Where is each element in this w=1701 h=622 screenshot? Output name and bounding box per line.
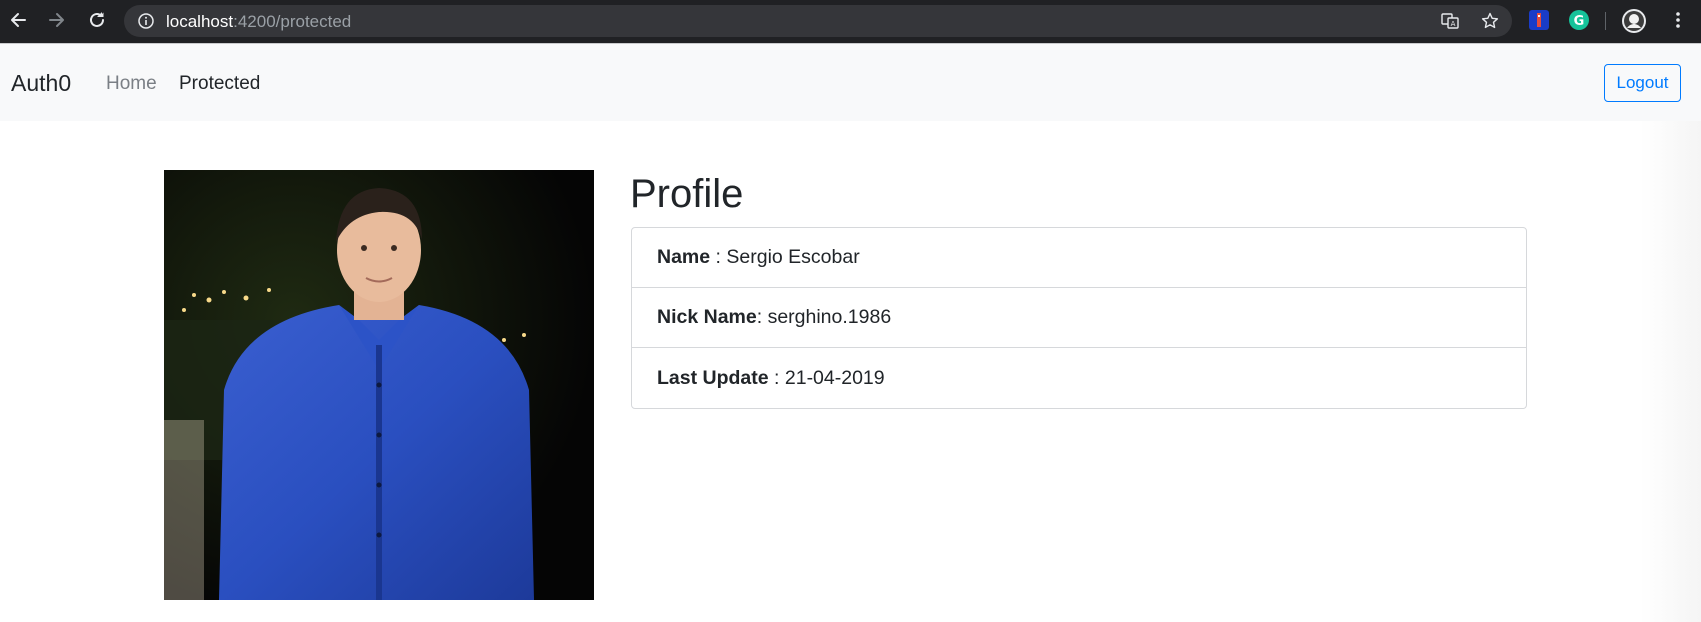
svg-text:G: G bbox=[1574, 14, 1585, 29]
brand-link[interactable]: Auth0 bbox=[11, 70, 71, 97]
address-bar[interactable]: localhost:4200/protected A bbox=[124, 5, 1512, 37]
nav-link-home[interactable]: Home bbox=[106, 73, 157, 95]
profile-field-label: Name bbox=[657, 246, 711, 268]
profile-name-row: Name : Sergio Escobar bbox=[632, 228, 1526, 288]
browser-toolbar: localhost:4200/protected A G bbox=[0, 0, 1701, 43]
edge-shadow bbox=[1640, 121, 1701, 622]
forward-arrow-icon[interactable] bbox=[46, 9, 68, 31]
profile-details-list: Name : Sergio Escobar Nick Name: serghin… bbox=[631, 227, 1527, 409]
info-icon[interactable] bbox=[138, 13, 154, 29]
back-arrow-icon[interactable] bbox=[7, 9, 29, 31]
profile-field-label: Last Update bbox=[657, 366, 769, 389]
profile-field-label: Nick Name bbox=[657, 306, 757, 328]
profile-field-separator: : bbox=[768, 366, 785, 389]
avatar-icon[interactable] bbox=[1622, 9, 1646, 33]
app-navbar: Auth0 Home Protected Logout bbox=[0, 44, 1701, 121]
profile-name-value: Sergio Escobar bbox=[726, 246, 860, 268]
profile-field-separator: : bbox=[710, 246, 727, 268]
svg-text:A: A bbox=[1451, 20, 1456, 28]
profile-nickname-value: serghino.1986 bbox=[767, 306, 892, 328]
extension-icon[interactable] bbox=[1529, 10, 1549, 30]
logout-button[interactable]: Logout bbox=[1604, 64, 1681, 102]
profile-last-update-row: Last Update : 21-04-2019 bbox=[632, 348, 1526, 408]
reload-icon[interactable] bbox=[86, 9, 108, 31]
profile-title: Profile bbox=[630, 172, 744, 216]
toolbar-divider bbox=[1605, 12, 1606, 30]
profile-last-update-value: 21-04-2019 bbox=[784, 366, 885, 389]
nav-link-protected[interactable]: Protected bbox=[179, 73, 260, 95]
kebab-menu-icon[interactable] bbox=[1667, 9, 1689, 31]
profile-field-separator: : bbox=[756, 306, 768, 328]
translate-icon[interactable]: A bbox=[1441, 12, 1459, 30]
url-path: :4200/protected bbox=[233, 12, 352, 31]
grammarly-icon[interactable]: G bbox=[1569, 10, 1589, 30]
url-host: localhost bbox=[166, 12, 234, 31]
url-text: localhost:4200/protected bbox=[166, 12, 351, 32]
star-icon[interactable] bbox=[1481, 12, 1499, 30]
profile-photo bbox=[164, 170, 594, 600]
profile-nickname-row: Nick Name: serghino.1986 bbox=[632, 288, 1526, 348]
